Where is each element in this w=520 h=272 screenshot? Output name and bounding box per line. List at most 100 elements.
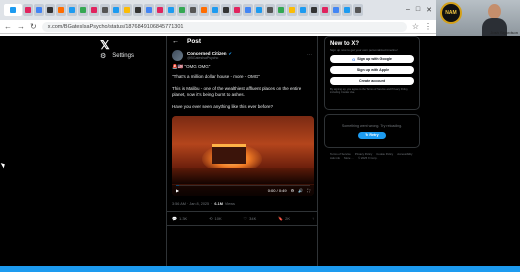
browser-tab[interactable] xyxy=(155,4,165,16)
heart-icon: ♡ xyxy=(243,216,248,221)
forward-icon[interactable]: → xyxy=(17,22,25,31)
maximize-button[interactable]: □ xyxy=(416,6,420,14)
browser-tab[interactable] xyxy=(89,4,99,16)
retry-button[interactable]: ↻ Retry xyxy=(358,131,386,139)
signup-subtitle: Sign up now to get your own personalized… xyxy=(330,48,398,52)
browser-tab[interactable] xyxy=(353,4,363,16)
reload-icon[interactable]: ↻ xyxy=(30,22,37,31)
error-box: Something went wrong. Try reloading. ↻ R… xyxy=(324,114,420,148)
fullscreen-icon[interactable]: ⛶ xyxy=(307,188,310,193)
browser-tab[interactable] xyxy=(188,4,198,16)
avatar[interactable] xyxy=(172,50,183,61)
reply-button[interactable]: 💬 1.3K xyxy=(172,216,187,221)
browser-tab[interactable] xyxy=(309,4,319,16)
browser-tab[interactable] xyxy=(56,4,66,16)
settings-icon[interactable]: ⚙ xyxy=(291,188,295,193)
browser-tab[interactable] xyxy=(331,4,341,16)
video-player[interactable]: ▶ 0:00 / 0:49 ⚙ 🔊 ⛶ xyxy=(172,116,314,196)
browser-tab[interactable] xyxy=(276,4,286,16)
tab-favicon-icon xyxy=(278,7,284,13)
browser-tab-bar: – □ ✕ xyxy=(0,0,436,20)
tab-favicon-icon xyxy=(91,7,97,13)
tab-favicon-icon xyxy=(190,7,196,13)
back-icon[interactable]: ← xyxy=(4,22,12,31)
browser-tab[interactable] xyxy=(122,4,132,16)
nav-settings[interactable]: ⚙ Settings xyxy=(100,52,134,60)
like-button[interactable]: ♡ 34K xyxy=(244,216,257,221)
share-button[interactable]: ↑ xyxy=(312,216,314,221)
tab-favicon-icon xyxy=(10,7,16,13)
browser-tab[interactable] xyxy=(23,4,33,16)
repost-button[interactable]: ⟲ 10K xyxy=(209,216,221,221)
tab-favicon-icon xyxy=(25,7,31,13)
post-column: ← Post Concerned Citizen ✔ @BGatesIsaPsy… xyxy=(166,36,318,272)
apple-signup-button[interactable]: Sign up with Apple xyxy=(330,66,414,74)
author-block[interactable]: Concerned Citizen ✔ @BGatesIsaPsycho xyxy=(172,50,232,61)
browser-tab[interactable] xyxy=(232,4,242,16)
browser-tab[interactable] xyxy=(144,4,154,16)
minimize-button[interactable]: – xyxy=(406,6,410,14)
divider xyxy=(167,211,317,212)
tab-favicon-icon xyxy=(80,7,86,13)
browser-tab[interactable] xyxy=(199,4,209,16)
browser-tab[interactable] xyxy=(342,4,352,16)
browser-tab[interactable] xyxy=(254,4,264,16)
post-timestamp[interactable]: 3:56 AM · Jan 8, 2025 xyxy=(172,202,209,206)
browser-tab[interactable] xyxy=(111,4,121,16)
footer-link[interactable]: Ads info xyxy=(330,156,340,160)
bookmark-button[interactable]: 🔖 2K xyxy=(278,216,290,221)
window-controls: – □ ✕ xyxy=(406,6,436,14)
post-header: ← Post xyxy=(172,38,201,45)
action-bar: 💬 1.3K ⟲ 10K ♡ 34K 🔖 2K ↑ xyxy=(172,216,314,221)
create-account-button[interactable]: Create account xyxy=(330,77,414,85)
url-field[interactable]: x.com/BGatesIsaPsycho/status/18768491068… xyxy=(41,21,407,32)
browser-tab[interactable] xyxy=(298,4,308,16)
divider xyxy=(167,225,317,226)
menu-icon[interactable]: ⋮ xyxy=(424,22,432,31)
refresh-icon: ↻ xyxy=(365,133,369,137)
browser-tab[interactable] xyxy=(287,4,297,16)
person-head xyxy=(488,4,501,19)
tab-favicon-icon xyxy=(333,7,339,13)
tab-favicon-icon xyxy=(201,7,207,13)
terms-text: By signing up, you agree to the Terms of… xyxy=(330,88,409,95)
tab-favicon-icon xyxy=(58,7,64,13)
footer-link[interactable]: © 2025 X Corp. xyxy=(358,156,377,160)
tweet-line: Have you ever seen anything like this ev… xyxy=(172,104,274,109)
author-handle[interactable]: @BGatesIsaPsycho xyxy=(187,56,232,60)
views-count: 6.1M xyxy=(214,202,223,206)
tab-favicon-icon xyxy=(146,7,152,13)
more-icon[interactable]: ··· xyxy=(307,52,312,58)
browser-tab[interactable] xyxy=(45,4,55,16)
screen: – □ ✕ ← → ↻ x.com/BGatesIsaPsycho/status… xyxy=(0,0,520,272)
browser-tab[interactable] xyxy=(243,4,253,16)
browser-tab[interactable] xyxy=(177,4,187,16)
play-icon[interactable]: ▶ xyxy=(176,188,179,193)
google-signup-button[interactable]: G Sign up with Google xyxy=(330,55,414,63)
browser-tab[interactable] xyxy=(166,4,176,16)
footer-link[interactable]: More ··· xyxy=(344,156,354,160)
video-time: 0:00 / 0:49 xyxy=(267,188,287,193)
close-button[interactable]: ✕ xyxy=(426,6,432,14)
tab-favicon-icon xyxy=(311,7,317,13)
browser-tab[interactable] xyxy=(100,4,110,16)
back-arrow-icon[interactable]: ← xyxy=(172,38,179,45)
browser-tab[interactable] xyxy=(67,4,77,16)
browser-tab[interactable] xyxy=(221,4,231,16)
browser-tab[interactable] xyxy=(78,4,88,16)
footer-link[interactable]: Accessibility xyxy=(397,152,412,156)
tab-favicon-icon xyxy=(234,7,240,13)
x-logo-icon[interactable]: 𝕏 xyxy=(100,38,110,52)
tab-favicon-icon xyxy=(157,7,163,13)
browser-tab[interactable] xyxy=(320,4,330,16)
footer-link[interactable]: Cookie Policy xyxy=(376,152,393,156)
browser-tab[interactable] xyxy=(133,4,143,16)
browser-tab[interactable] xyxy=(4,4,22,16)
volume-icon[interactable]: 🔊 xyxy=(298,188,303,193)
tweet-line: "That's a million dollar house - more - … xyxy=(172,74,260,79)
browser-tab[interactable] xyxy=(34,4,44,16)
browser-tab[interactable] xyxy=(265,4,275,16)
browser-tab[interactable] xyxy=(210,4,220,16)
star-icon[interactable]: ☆ xyxy=(412,22,419,31)
tweet-text: 🚨🇺🇸 "OMG OMG" "That's a million dollar h… xyxy=(172,64,312,116)
